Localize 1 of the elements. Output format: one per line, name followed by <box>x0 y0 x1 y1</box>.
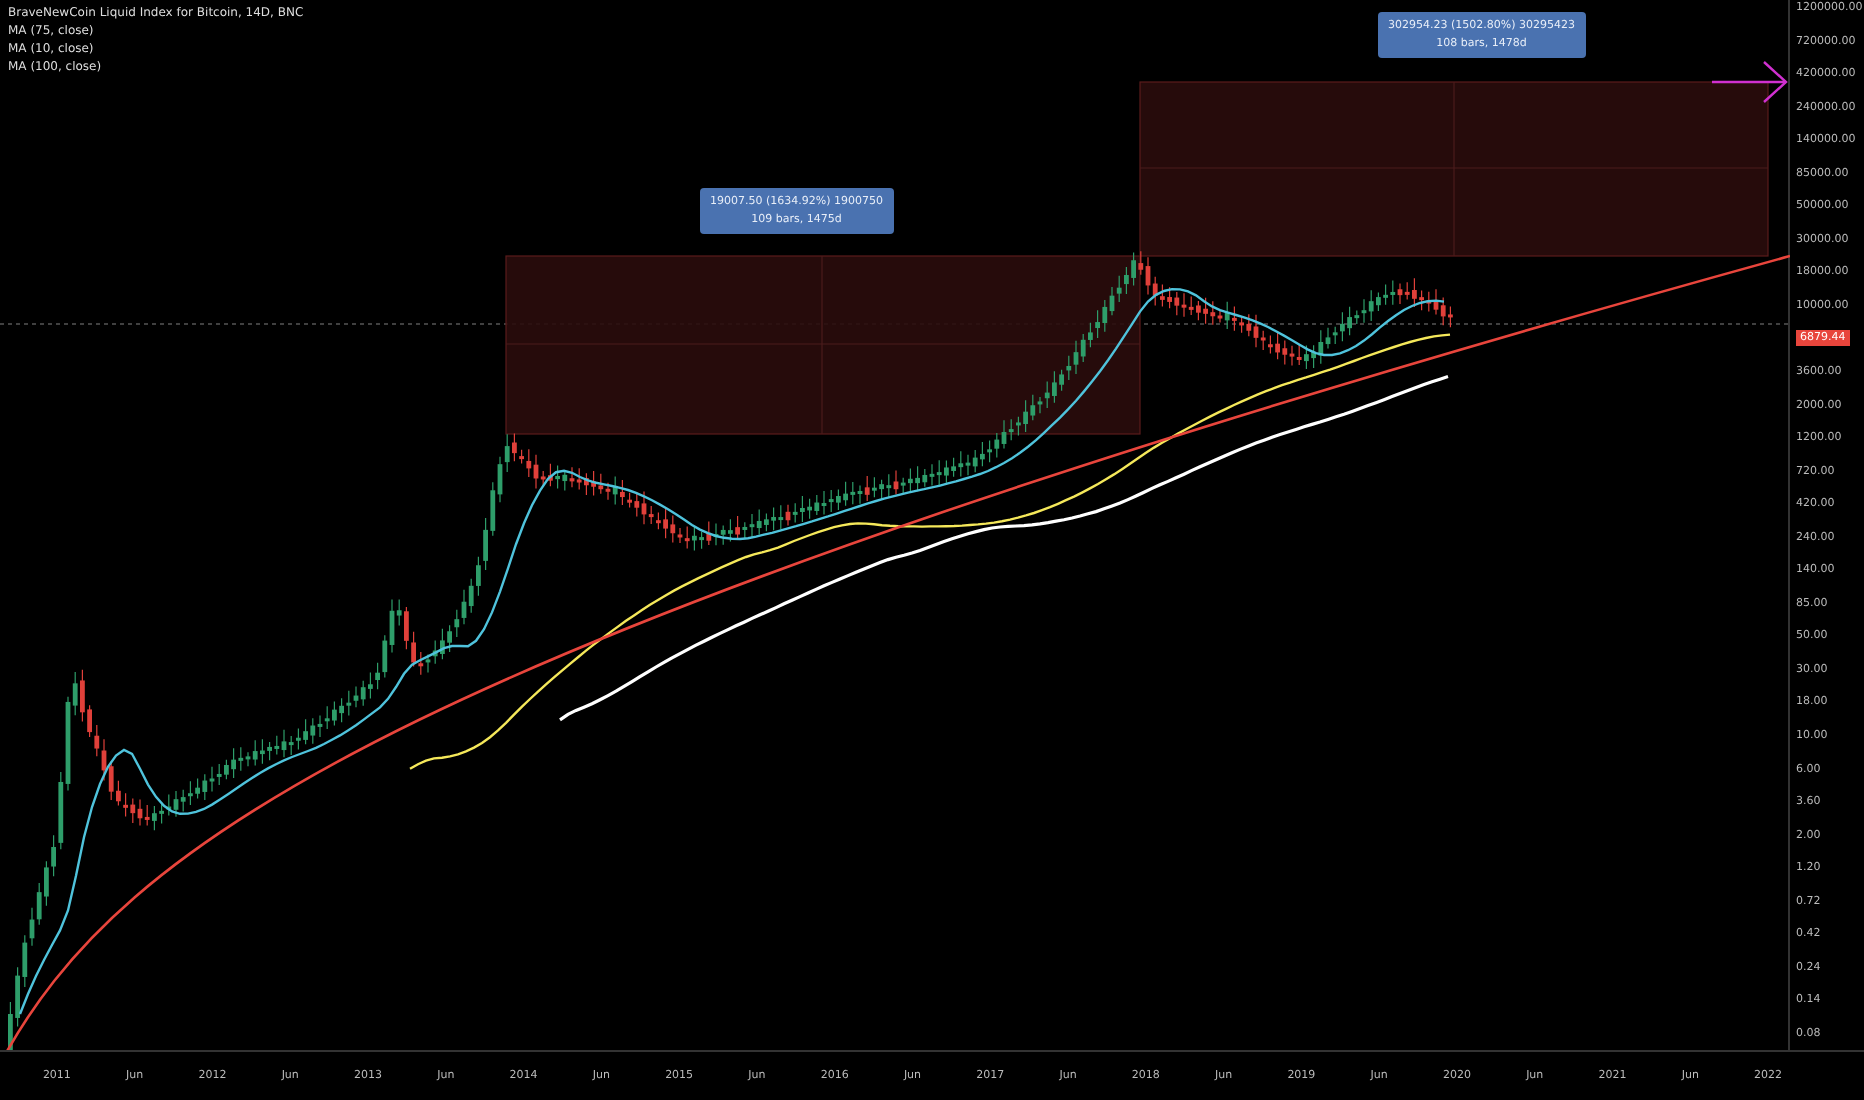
arrow-drawing <box>1712 61 1788 103</box>
